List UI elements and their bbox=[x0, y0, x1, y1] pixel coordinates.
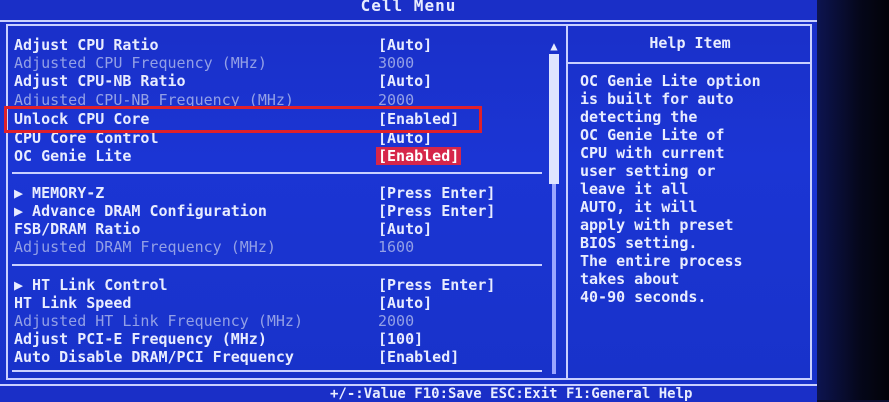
scrollbar[interactable]: ▲ bbox=[547, 40, 561, 376]
setting-value[interactable]: [Press Enter] bbox=[378, 184, 495, 202]
section-separator bbox=[12, 370, 542, 372]
setting-row-fsb-dram-ratio[interactable]: FSB/DRAM Ratio [Auto] bbox=[14, 220, 544, 238]
setting-row-oc-genie-lite[interactable]: OC Genie Lite [Enabled] bbox=[14, 147, 544, 165]
highlight-box bbox=[4, 106, 482, 133]
setting-label: Adjust PCI-E Frequency (MHz) bbox=[14, 330, 267, 348]
scroll-thumb[interactable] bbox=[549, 54, 559, 184]
setting-label: FSB/DRAM Ratio bbox=[14, 220, 141, 238]
setting-value[interactable]: [Auto] bbox=[378, 220, 432, 238]
setting-row-adjusted-cpu-frequency: Adjusted CPU Frequency (MHz) 3000 bbox=[14, 54, 544, 72]
setting-row-adjust-pcie-frequency[interactable]: Adjust PCI-E Frequency (MHz) [100] bbox=[14, 330, 544, 348]
setting-value[interactable]: [Auto] bbox=[378, 72, 432, 90]
title-bar: Cell Menu bbox=[0, 0, 817, 22]
help-header-separator bbox=[568, 62, 812, 64]
setting-value[interactable]: [Auto] bbox=[378, 36, 432, 54]
setting-label: Adjust CPU Ratio bbox=[14, 36, 159, 54]
setting-label: Adjusted DRAM Frequency (MHz) bbox=[14, 238, 276, 256]
setting-row-auto-disable-dram-pci[interactable]: Auto Disable DRAM/PCI Frequency [Enabled… bbox=[14, 348, 544, 366]
setting-label: HT Link Speed bbox=[14, 294, 132, 312]
setting-label: Adjusted HT Link Frequency (MHz) bbox=[14, 312, 303, 330]
setting-row-adjust-cpu-nb-ratio[interactable]: Adjust CPU-NB Ratio [Auto] bbox=[14, 72, 544, 90]
setting-row-adjust-cpu-ratio[interactable]: Adjust CPU Ratio [Auto] bbox=[14, 36, 544, 54]
setting-value: 1600 bbox=[378, 238, 415, 256]
setting-value[interactable]: [Press Enter] bbox=[378, 202, 495, 220]
monitor-bezel bbox=[817, 0, 889, 400]
window-title: Cell Menu bbox=[360, 0, 457, 15]
submenu-label: ▶ HT Link Control bbox=[14, 276, 168, 294]
help-panel-title: Help Item bbox=[649, 34, 731, 52]
setting-row-memory-z[interactable]: ▶ MEMORY-Z [Press Enter] bbox=[14, 184, 544, 202]
setting-label: Auto Disable DRAM/PCI Frequency bbox=[14, 348, 294, 366]
setting-row-adjusted-ht-link-frequency: Adjusted HT Link Frequency (MHz) 2000 bbox=[14, 312, 544, 330]
submenu-label: ▶ MEMORY-Z bbox=[14, 184, 105, 202]
setting-value: 3000 bbox=[378, 54, 415, 72]
bios-screen: Cell Menu Adjust CPU Ratio [Auto] Adjust… bbox=[0, 0, 889, 402]
setting-value-selected[interactable]: [Enabled] bbox=[376, 147, 462, 165]
scroll-up-arrow-icon[interactable]: ▲ bbox=[547, 40, 561, 52]
submenu-label: ▶ Advance DRAM Configuration bbox=[14, 202, 267, 220]
section-separator bbox=[12, 264, 542, 266]
panel-divider bbox=[566, 24, 568, 380]
setting-value[interactable]: [Auto] bbox=[378, 294, 432, 312]
section-separator bbox=[12, 172, 542, 174]
setting-row-ht-link-control[interactable]: ▶ HT Link Control [Press Enter] bbox=[14, 276, 544, 294]
setting-label: OC Genie Lite bbox=[14, 147, 132, 165]
setting-row-advance-dram[interactable]: ▶ Advance DRAM Configuration [Press Ente… bbox=[14, 202, 544, 220]
setting-value[interactable]: [Press Enter] bbox=[378, 276, 495, 294]
setting-row-ht-link-speed[interactable]: HT Link Speed [Auto] bbox=[14, 294, 544, 312]
help-panel-text: OC Genie Lite option is built for auto d… bbox=[580, 72, 761, 306]
setting-row-adjusted-dram-frequency: Adjusted DRAM Frequency (MHz) 1600 bbox=[14, 238, 544, 256]
setting-value[interactable]: [100] bbox=[378, 330, 423, 348]
setting-label: Adjusted CPU Frequency (MHz) bbox=[14, 54, 267, 72]
setting-value: 2000 bbox=[378, 312, 415, 330]
setting-label: Adjust CPU-NB Ratio bbox=[14, 72, 186, 90]
setting-value[interactable]: [Enabled] bbox=[378, 348, 459, 366]
